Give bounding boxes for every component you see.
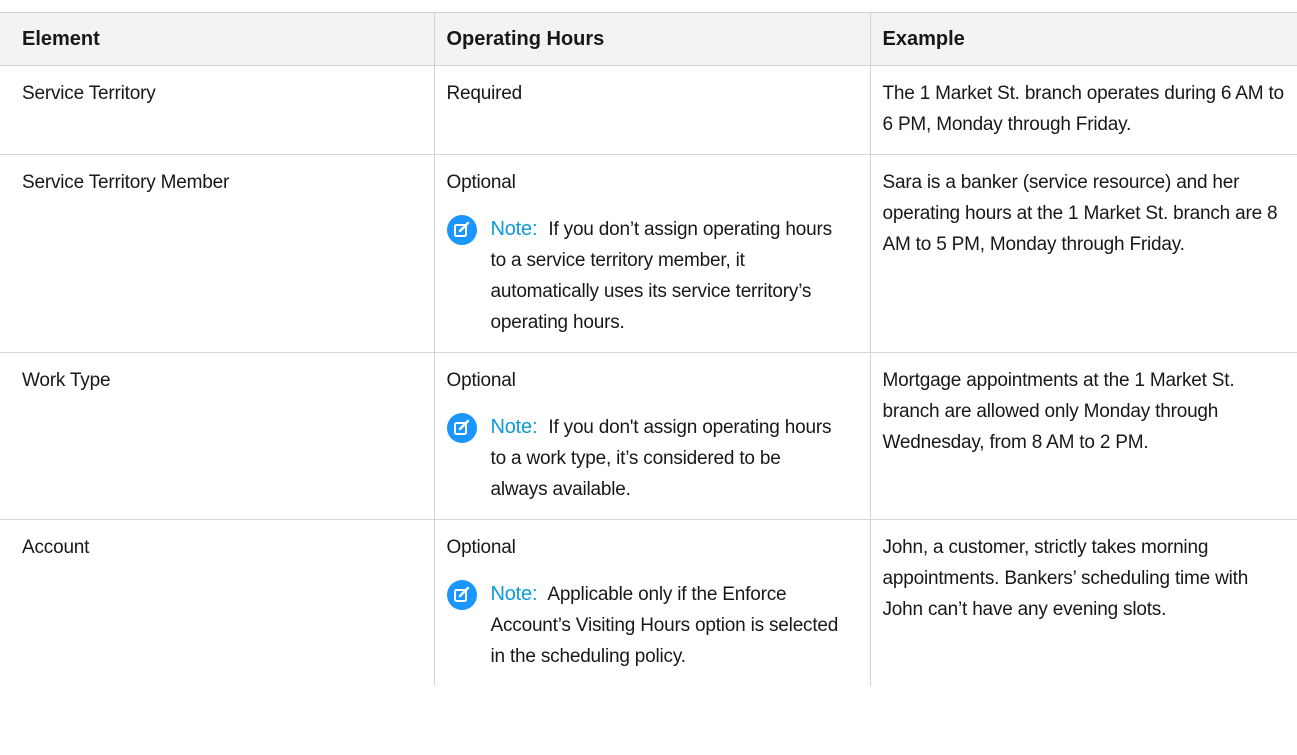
element-cell: Service Territory Member: [0, 154, 434, 353]
note-box: Note: If you don’t assign operating hour…: [446, 214, 848, 338]
operating-hours-cell: Optional Note: Applicable only if the En…: [433, 519, 870, 686]
edit-note-icon: [446, 580, 477, 610]
operating-hours-value: Optional: [446, 537, 516, 558]
note-text-block: Note: If you don't assign operating hour…: [491, 412, 848, 505]
example-cell: John, a customer, strictly takes morning…: [869, 519, 1297, 686]
note-text: Applicable only if the Enforce Account’s…: [490, 584, 839, 667]
operating-hours-table: Element Operating Hours Example Service …: [0, 12, 1297, 686]
operating-hours-value: Optional: [446, 172, 516, 193]
table-header-row: Element Operating Hours Example: [0, 12, 1297, 66]
note-text-block: Note: If you don’t assign operating hour…: [491, 214, 848, 338]
table-row: Service Territory Member Optional Note: …: [0, 154, 1297, 353]
note-label: Note:: [490, 416, 538, 438]
note-label: Note:: [490, 583, 538, 605]
edit-note-icon: [446, 215, 477, 245]
note-box: Note: Applicable only if the Enforce Acc…: [446, 579, 848, 672]
note-label: Note:: [490, 218, 538, 240]
operating-hours-cell: Required: [433, 65, 870, 155]
column-header-example: Example: [869, 12, 1297, 66]
table-row: Account Optional Note: Applicable only i…: [0, 519, 1297, 686]
note-text-block: Note: Applicable only if the Enforce Acc…: [491, 579, 848, 672]
example-cell: Mortgage appointments at the 1 Market St…: [869, 352, 1297, 520]
example-cell: The 1 Market St. branch operates during …: [869, 65, 1297, 155]
note-box: Note: If you don't assign operating hour…: [446, 412, 848, 505]
table-row: Service Territory Required The 1 Market …: [0, 65, 1297, 155]
operating-hours-value: Optional: [446, 370, 516, 391]
note-text: If you don’t assign operating hours to a…: [490, 219, 833, 333]
table-row: Work Type Optional Note: If you don't as…: [0, 352, 1297, 520]
example-cell: Sara is a banker (service resource) and …: [869, 154, 1297, 353]
note-text: If you don't assign operating hours to a…: [490, 417, 832, 500]
element-cell: Work Type: [0, 352, 434, 520]
element-cell: Service Territory: [0, 65, 434, 155]
element-cell: Account: [22, 537, 90, 558]
edit-note-icon: [446, 413, 477, 443]
operating-hours-cell: Optional Note: If you don't assign opera…: [433, 352, 870, 520]
column-header-element: Element: [0, 12, 434, 66]
operating-hours-cell: Optional Note: If you don’t assign opera…: [433, 154, 870, 353]
column-header-operating-hours: Operating Hours: [433, 12, 870, 66]
